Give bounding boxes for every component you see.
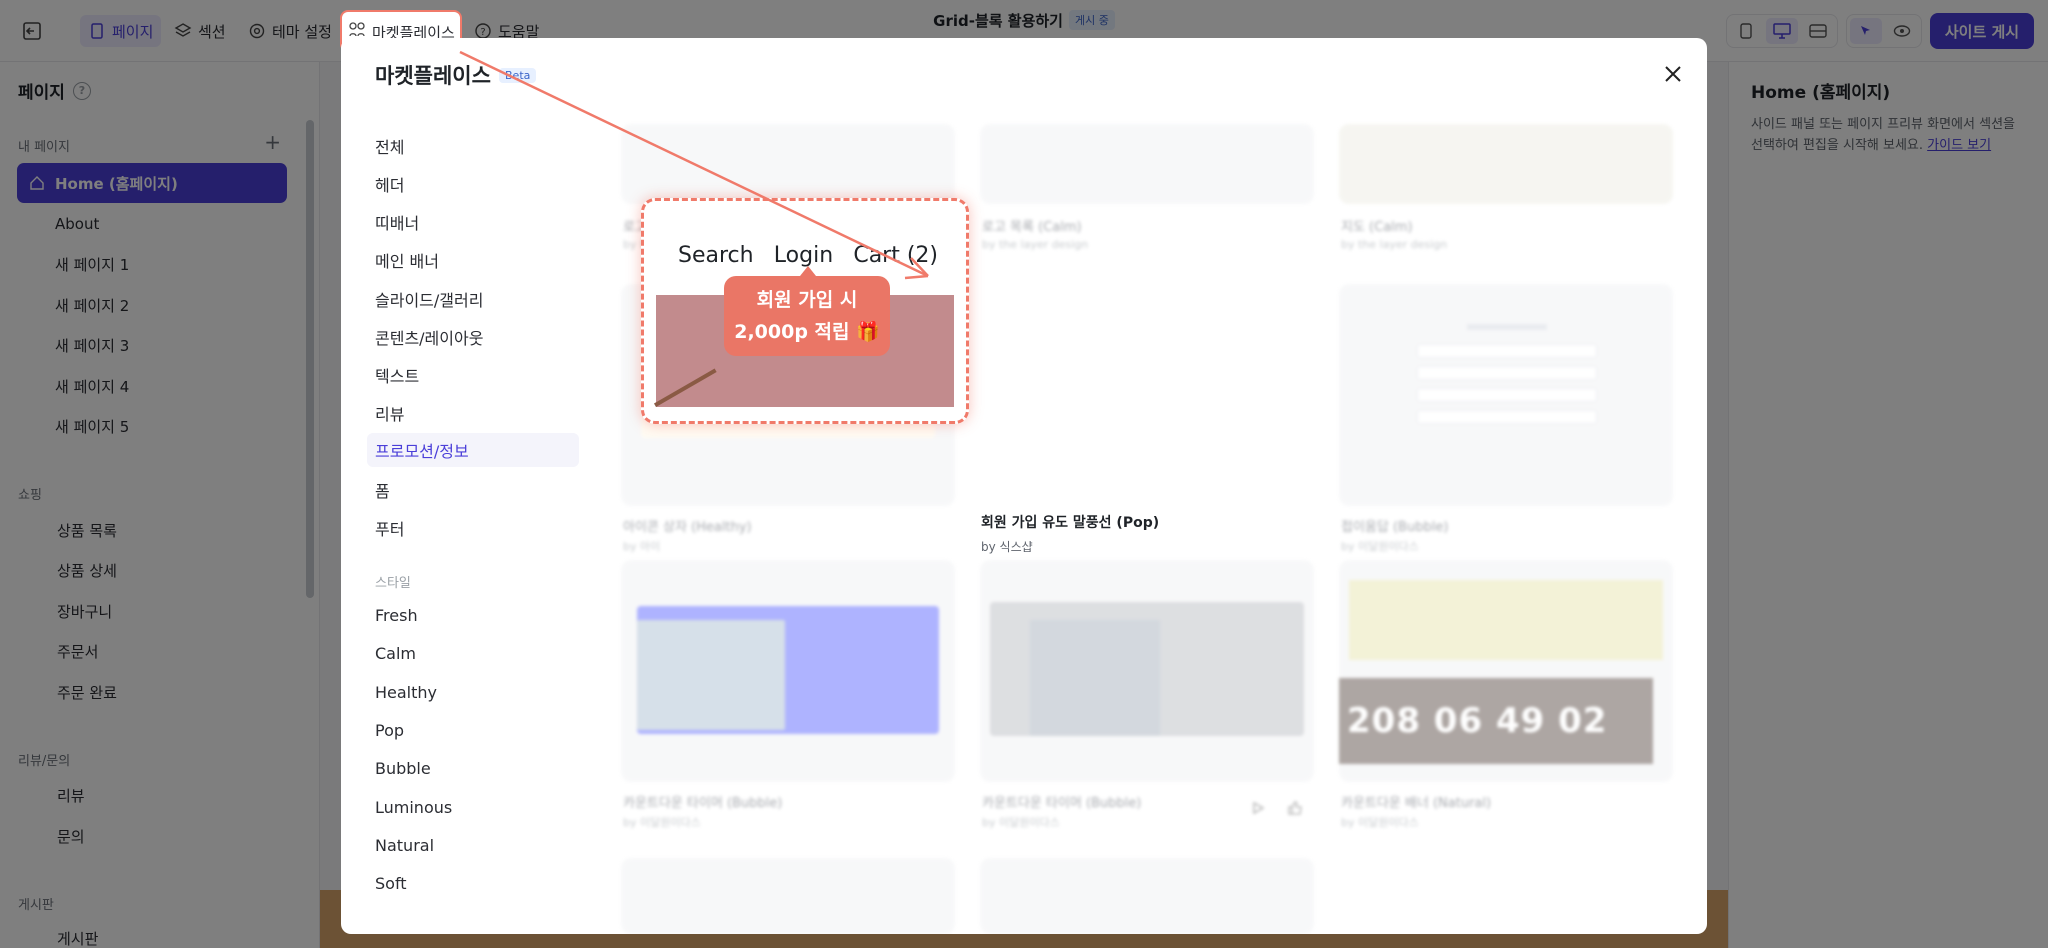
- style-bubble[interactable]: Bubble: [375, 759, 431, 778]
- category-text[interactable]: 텍스트: [375, 363, 419, 387]
- template-card[interactable]: [980, 858, 1314, 934]
- bubble-line1: 회원 가입 시: [756, 289, 858, 311]
- card-preview: [637, 606, 939, 734]
- template-card[interactable]: [1339, 284, 1673, 506]
- category-promotion[interactable]: 프로모션/정보: [367, 433, 579, 467]
- template-card[interactable]: [980, 560, 1314, 782]
- style-fresh[interactable]: Fresh: [375, 606, 418, 625]
- featured-template-name: 회원 가입 유도 말풍선 (Pop): [981, 515, 1160, 531]
- modal-title: 마켓플레이스: [375, 64, 491, 88]
- template-card-author: by the layer design: [982, 238, 1089, 251]
- countdown-display: 208 06 49 02: [1339, 678, 1653, 764]
- template-card-name: 카운트다운 배너 (Natural): [1341, 796, 1492, 811]
- template-card-author: by the layer design: [1341, 238, 1448, 251]
- beta-badge: Beta: [499, 68, 537, 83]
- category-form[interactable]: 폼: [375, 478, 390, 502]
- template-card-author: by 이달원이다스: [1341, 540, 1419, 553]
- template-card-author: by 이달원이다스: [982, 816, 1060, 829]
- template-card[interactable]: 208 06 49 02: [1339, 560, 1673, 782]
- play-icon[interactable]: [1251, 800, 1265, 819]
- template-card[interactable]: [980, 124, 1314, 204]
- template-card-name: 지도 (Calm): [1341, 220, 1413, 235]
- style-heading: 스타일: [375, 576, 411, 591]
- card-preview: [1349, 580, 1663, 660]
- card-preview: [990, 602, 1304, 736]
- style-natural[interactable]: Natural: [375, 836, 434, 855]
- signup-bubble: 회원 가입 시 2,000p 적립 🎁: [724, 266, 890, 356]
- template-card-author: by 이달원이다스: [623, 816, 701, 829]
- template-card-name: 로고 목록 (Calm): [982, 220, 1082, 235]
- style-calm[interactable]: Calm: [375, 644, 416, 663]
- featured-template-author: by 식스샵: [981, 540, 1033, 554]
- category-header[interactable]: 헤더: [375, 172, 404, 196]
- category-all[interactable]: 전체: [375, 134, 404, 158]
- category-footer[interactable]: 푸터: [375, 516, 404, 540]
- style-pop[interactable]: Pop: [375, 721, 404, 740]
- category-main-banner[interactable]: 메인 배너: [375, 248, 439, 272]
- featured-template-card[interactable]: Search Login Cart (2) 회원 가입 시 2,000p 적립 …: [641, 198, 969, 424]
- preview-search-link: Search: [678, 242, 754, 268]
- template-card[interactable]: [621, 858, 955, 934]
- marketplace-modal: 마켓플레이스 Beta 전체 헤더 띠배너 메인 배너 슬라이드/갤러리 콘텐츠…: [341, 38, 1707, 934]
- thumbs-up-icon[interactable]: [1287, 800, 1303, 819]
- style-soft[interactable]: Soft: [375, 874, 407, 893]
- bubble-line2: 2,000p 적립 🎁: [734, 321, 880, 343]
- preview-login-link: Login: [773, 242, 834, 268]
- close-icon[interactable]: [1661, 62, 1685, 86]
- card-preview: [1417, 324, 1597, 434]
- template-card-name: 카운트다운 타이머 (Bubble): [982, 796, 1142, 811]
- template-card-name: 접이움답 (Bubble): [1341, 520, 1449, 535]
- template-card-author: by 아이: [623, 540, 661, 553]
- template-card-author: by 이달원이다스: [1341, 816, 1419, 829]
- category-content-layout[interactable]: 콘텐츠/레이아웃: [375, 325, 483, 349]
- template-card-name: 아이콘 상자 (Healthy): [623, 520, 752, 535]
- style-luminous[interactable]: Luminous: [375, 798, 452, 817]
- style-healthy[interactable]: Healthy: [375, 683, 437, 702]
- preview-cart-link: Cart (2): [853, 242, 938, 268]
- category-review[interactable]: 리뷰: [375, 401, 404, 425]
- template-card[interactable]: [1339, 124, 1673, 204]
- template-card[interactable]: [621, 560, 955, 782]
- template-card-name: 카운트다운 타이머 (Bubble): [623, 796, 783, 811]
- category-strip-banner[interactable]: 띠배너: [375, 210, 419, 234]
- category-slide-gallery[interactable]: 슬라이드/갤러리: [375, 287, 483, 311]
- template-card[interactable]: [621, 124, 955, 204]
